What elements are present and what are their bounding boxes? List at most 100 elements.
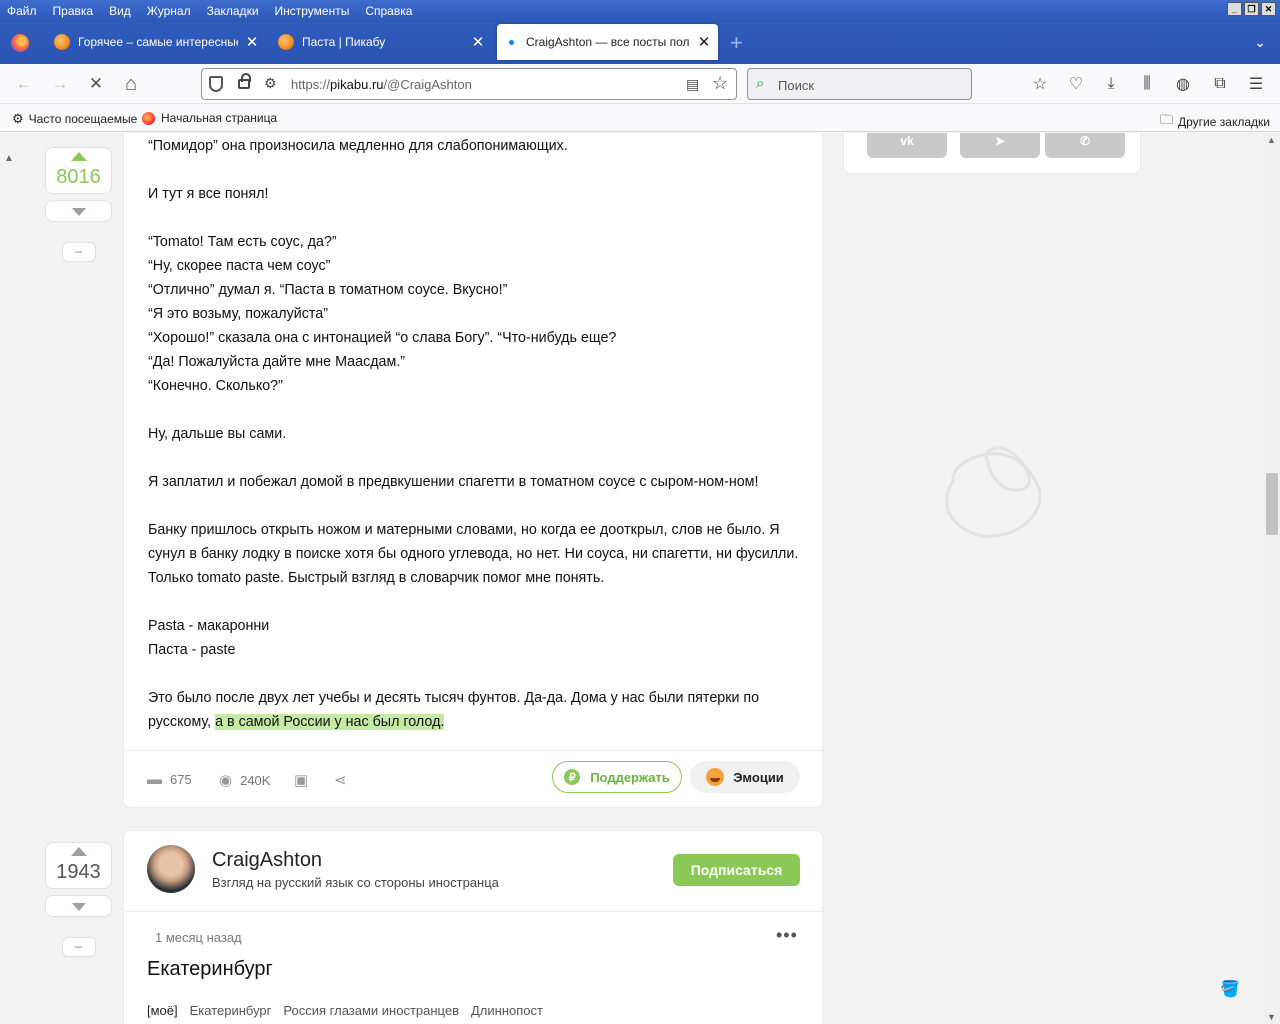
list-all-tabs-button[interactable]: ⌄ (1254, 34, 1266, 51)
menu-help[interactable]: Справка (357, 4, 420, 18)
tab-close-icon[interactable]: ✕ (470, 33, 486, 51)
search-engine-icon[interactable]: ⌕ (756, 75, 764, 92)
hide-post-button[interactable]: – (61, 242, 96, 262)
paragraph: И тут я все понял! (148, 182, 803, 206)
paragraph: Ну, дальше вы сами. (148, 422, 803, 446)
menu-history[interactable]: Журнал (139, 4, 199, 18)
page-content: ▲ 8016 – “Помидор” она произносила медле… (0, 133, 1280, 1024)
paragraph: “Помидор” она произносила медленно для с… (148, 134, 803, 158)
post-title[interactable]: Екатеринбург (147, 958, 273, 981)
tag[interactable]: Екатеринбург (190, 1003, 272, 1018)
menu-file[interactable]: Файл (0, 4, 45, 18)
menu-tools[interactable]: Инструменты (267, 4, 358, 18)
text-line: “Отлично” думал я. “Паста в томатном соу… (148, 282, 508, 298)
paragraph: Я заплатил и побежал домой в предвкушени… (148, 470, 803, 494)
text-line: Я заплатил и побежал домой в предвкушени… (148, 474, 759, 490)
new-tab-button[interactable]: + (730, 30, 743, 56)
library-icon[interactable]: ⫼ (1136, 73, 1158, 95)
share-panel: vk ➤ ✆ (843, 133, 1141, 174)
subscribe-button[interactable]: Подписаться (673, 854, 800, 886)
comment-icon: ▬ (147, 771, 162, 788)
stop-button[interactable]: ✕ (84, 72, 108, 96)
back-button[interactable]: ← (12, 72, 36, 96)
post-card: “Помидор” она произносила медленно для с… (123, 133, 824, 808)
upvote-button[interactable] (70, 152, 87, 161)
pikabu-favicon-icon (54, 34, 70, 50)
bookmarks-bar: ⚙ Часто посещаемые Начальная страница 🗀 … (0, 104, 1280, 132)
views-value: 240K (240, 772, 271, 788)
more-options-icon[interactable]: ••• (776, 925, 798, 946)
rating-value: 8016 (56, 166, 101, 188)
download-icon[interactable]: ⤓ (1100, 73, 1122, 95)
page-scrollbar[interactable]: ▲ ▼ (1264, 133, 1280, 1024)
paragraph: Банку пришлось открыть ножом и матерными… (148, 518, 803, 590)
restore-button[interactable]: ❐ (1244, 2, 1259, 16)
author-name[interactable]: CraigAshton (212, 849, 322, 872)
bookmark-star-icon[interactable]: ☆ (712, 73, 728, 94)
share-post-button[interactable]: ⋖ (334, 771, 355, 789)
scroll-up-arrow-icon[interactable]: ▲ (1267, 135, 1276, 145)
menu-view[interactable]: Вид (101, 4, 139, 18)
text-line: И тут я все понял! (148, 186, 269, 202)
emotions-button[interactable]: Эмоции (690, 761, 800, 793)
tab-close-icon[interactable]: ✕ (244, 33, 260, 51)
menu-edit[interactable]: Правка (45, 4, 102, 18)
tab-hot[interactable]: Горячее – самые интересные и о ✕ (46, 24, 266, 60)
avatar[interactable] (147, 845, 195, 893)
lock-icon[interactable] (238, 73, 251, 89)
comments-value: 675 (170, 772, 192, 787)
post-time: 1 месяц назад (155, 930, 242, 945)
url-text[interactable]: https://pikabu.ru/@CraigAshton (291, 77, 472, 92)
pocket-icon[interactable]: ♡ (1065, 73, 1087, 95)
url-bar[interactable]: ⚙ https://pikabu.ru/@CraigAshton ▤ ☆ (201, 68, 737, 100)
tag[interactable]: Длиннопост (471, 1003, 543, 1018)
search-bar[interactable]: ⌕ Поиск (747, 68, 972, 100)
search-input[interactable]: Поиск (778, 78, 814, 93)
menu-icon[interactable]: ☰ (1245, 73, 1267, 95)
scroll-top-icon[interactable]: ▲ (4, 153, 14, 164)
tag[interactable]: Россия глазами иностранцев (283, 1003, 459, 1018)
reader-view-icon[interactable]: ▤ (686, 76, 699, 93)
tab-pasta[interactable]: Паста | Пикабу ✕ (270, 24, 492, 60)
share-icon: ⋖ (334, 772, 347, 789)
scroll-down-arrow-icon[interactable]: ▼ (1267, 1012, 1276, 1022)
scrollbar-thumb[interactable] (1266, 473, 1278, 535)
telegram-share-icon[interactable]: ➤ (960, 133, 1040, 158)
home-button[interactable]: ⌂ (119, 72, 143, 96)
author-tagline: Взгляд на русский язык со стороны иностр… (212, 875, 499, 890)
vk-share-icon[interactable]: vk (867, 133, 947, 158)
tag[interactable]: [моё] (147, 1003, 178, 1018)
firefox-icon[interactable] (11, 34, 29, 52)
upvote-button[interactable] (70, 847, 87, 856)
bookmark-frequent[interactable]: ⚙ Часто посещаемые (12, 111, 137, 127)
save-post-button[interactable]: ▣ (294, 771, 316, 789)
bookmark-label: Другие закладки (1178, 115, 1270, 129)
viber-share-icon[interactable]: ✆ (1045, 133, 1125, 158)
downvote-button[interactable] (45, 895, 112, 917)
hide-post-button[interactable]: – (61, 937, 96, 957)
menu-bookmarks[interactable]: Закладки (199, 4, 267, 18)
comments-count[interactable]: ▬ 675 (147, 771, 192, 788)
tracking-shield-icon[interactable] (209, 76, 223, 92)
extensions-icon[interactable]: ⧉ (1209, 73, 1231, 95)
minimize-button[interactable]: _ (1227, 2, 1242, 16)
emoji-face-icon (706, 768, 725, 786)
close-window-button[interactable]: ✕ (1261, 2, 1276, 16)
pocket-save-icon[interactable]: ☆ (1029, 73, 1051, 95)
paint-bucket-icon[interactable]: 🪣 (1220, 979, 1240, 999)
translate-icon[interactable]: ◍ (1172, 73, 1194, 95)
bookmark-other[interactable]: 🗀 Другие закладки (1160, 111, 1270, 133)
bookmark-start-page[interactable]: Начальная страница (142, 111, 277, 125)
permissions-icon[interactable]: ⚙ (264, 75, 277, 92)
rating-box: 1943 (45, 842, 112, 889)
downvote-button[interactable] (45, 200, 112, 222)
support-button[interactable]: ₽ Поддержать (552, 761, 682, 793)
tab-craigashton[interactable]: CraigAshton — все посты пользов ✕ (497, 24, 718, 60)
forward-button[interactable]: → (48, 72, 72, 96)
rating-box: 8016 (45, 147, 112, 194)
bookmark-label: Часто посещаемые (28, 112, 138, 126)
text-line: Ну, дальше вы сами. (148, 426, 287, 442)
post-rating: 1943 – (45, 842, 112, 957)
rating-value: 1943 (56, 861, 101, 883)
tab-close-icon[interactable]: ✕ (696, 33, 712, 51)
